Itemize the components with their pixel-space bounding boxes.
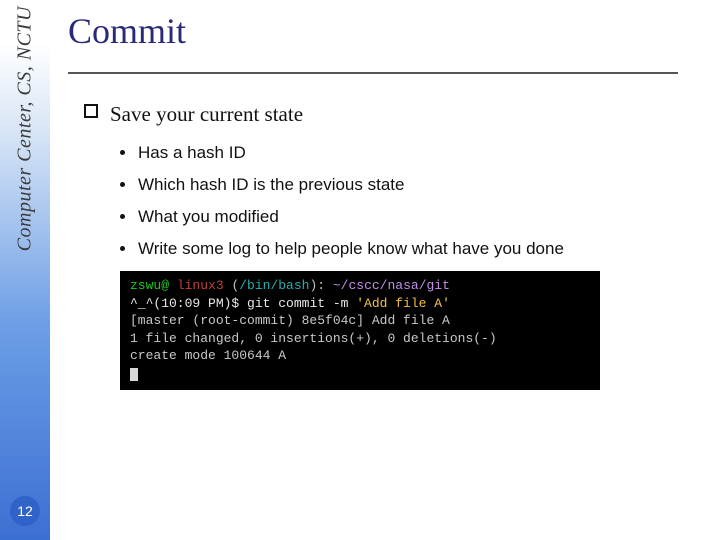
bullet-level-1: Save your current state <box>110 102 700 127</box>
bullet-level-2: Which hash ID is the previous state <box>138 175 700 195</box>
sidebar: Computer Center, CS, NCTU <box>0 0 50 540</box>
term-rparen: ): <box>309 278 332 293</box>
slide-title: Commit <box>68 10 700 52</box>
bullet-1-text: Save your current state <box>110 102 303 126</box>
terminal-output: [master (root-commit) 8e5f04c] Add file … <box>130 312 590 330</box>
bullet-2-text: What you modified <box>138 207 279 226</box>
square-bullet-icon <box>84 104 98 118</box>
bullet-level-2: Has a hash ID <box>138 143 700 163</box>
content-area: Commit Save your current state Has a has… <box>68 10 700 390</box>
terminal-output: create mode 100644 A <box>130 347 590 365</box>
dot-bullet-icon <box>120 150 125 155</box>
bullet-2-text: Write some log to help people know what … <box>138 239 564 258</box>
bullet-2-text: Which hash ID is the previous state <box>138 175 404 194</box>
term-shell: /bin/bash <box>239 278 309 293</box>
cursor-icon <box>130 368 138 381</box>
term-path: ~/cscc/nasa/git <box>333 278 450 293</box>
body: Save your current state Has a hash ID Wh… <box>68 102 700 390</box>
bullet-level-2: What you modified <box>138 207 700 227</box>
bullet-2-text: Has a hash ID <box>138 143 246 162</box>
term-arg: 'Add file A' <box>356 296 450 311</box>
dot-bullet-icon <box>120 214 125 219</box>
terminal-cursor-line <box>130 365 590 383</box>
dot-bullet-icon <box>120 246 125 251</box>
terminal-line-1: zswu@ linux3 (/bin/bash): ~/cscc/nasa/gi… <box>130 277 590 295</box>
term-command: git commit -m <box>247 296 356 311</box>
dot-bullet-icon <box>120 182 125 187</box>
slide: Computer Center, CS, NCTU 12 Commit Save… <box>0 0 720 540</box>
sidebar-label: Computer Center, CS, NCTU <box>14 6 37 251</box>
term-user: zswu@ <box>130 278 169 293</box>
term-host: linux3 <box>169 278 231 293</box>
title-divider <box>68 72 678 74</box>
terminal-output: 1 file changed, 0 insertions(+), 0 delet… <box>130 330 590 348</box>
bullet-level-2: Write some log to help people know what … <box>138 239 700 259</box>
term-prompt: ^_^(10:09 PM)$ <box>130 296 247 311</box>
terminal-screenshot: zswu@ linux3 (/bin/bash): ~/cscc/nasa/gi… <box>120 271 600 390</box>
page-number: 12 <box>10 496 40 526</box>
terminal-line-2: ^_^(10:09 PM)$ git commit -m 'Add file A… <box>130 295 590 313</box>
sub-bullet-list: Has a hash ID Which hash ID is the previ… <box>110 143 700 259</box>
